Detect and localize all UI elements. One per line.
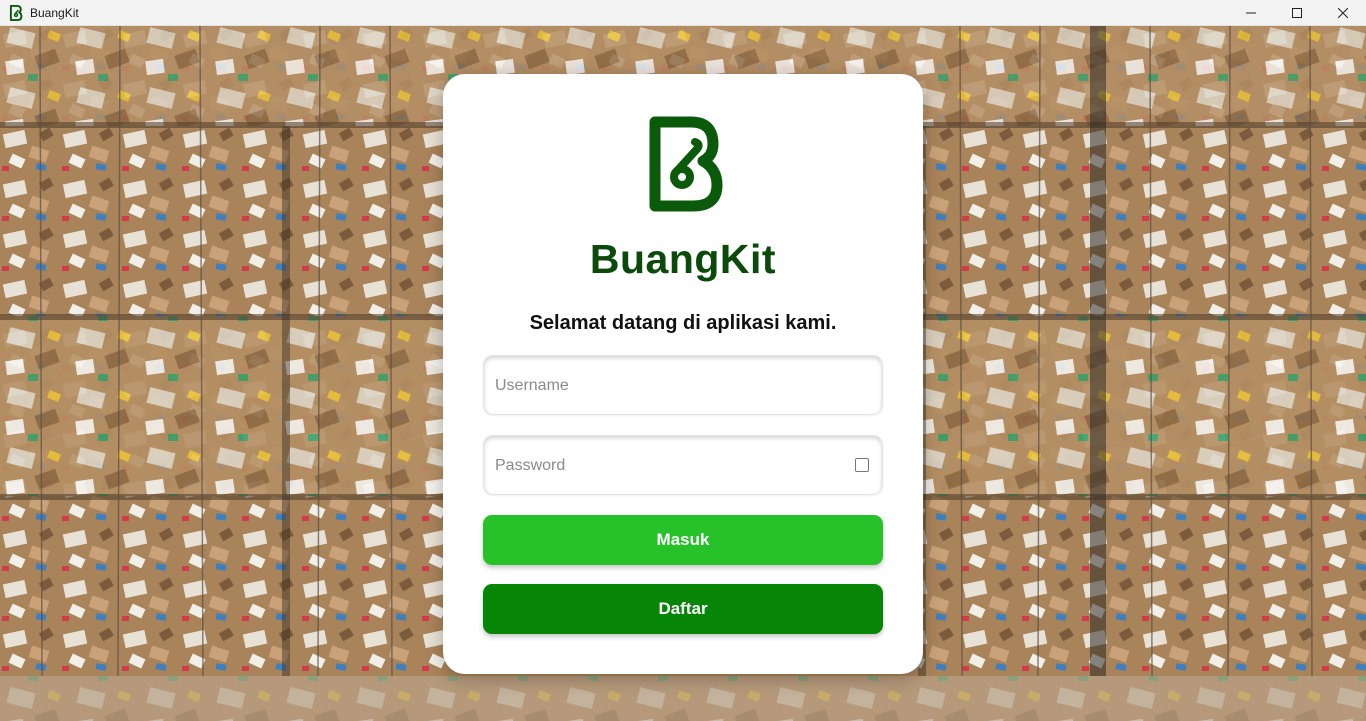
app-window: BuangKit BuangKit Selamat datang di apli…: [0, 0, 1366, 721]
title-bar: BuangKit: [0, 0, 1366, 26]
minimize-icon[interactable]: [1228, 0, 1274, 26]
register-button[interactable]: Daftar: [483, 584, 883, 634]
close-icon[interactable]: [1320, 0, 1366, 26]
window-controls: [1228, 0, 1366, 26]
password-field[interactable]: [483, 435, 883, 496]
welcome-message: Selamat datang di aplikasi kami.: [529, 312, 837, 334]
username-field[interactable]: [483, 355, 883, 416]
buangkit-logo-icon: [647, 114, 723, 214]
show-password-checkbox[interactable]: [855, 458, 869, 472]
brand-title: BuangKit: [589, 236, 777, 282]
window-title: BuangKit: [30, 5, 79, 20]
login-button[interactable]: Masuk: [483, 515, 883, 565]
password-input[interactable]: [493, 436, 837, 496]
login-card: BuangKit Selamat datang di aplikasi kami…: [443, 74, 923, 674]
buangkit-logo-icon: [8, 4, 24, 21]
username-input[interactable]: [493, 356, 837, 416]
maximize-icon[interactable]: [1274, 0, 1320, 26]
